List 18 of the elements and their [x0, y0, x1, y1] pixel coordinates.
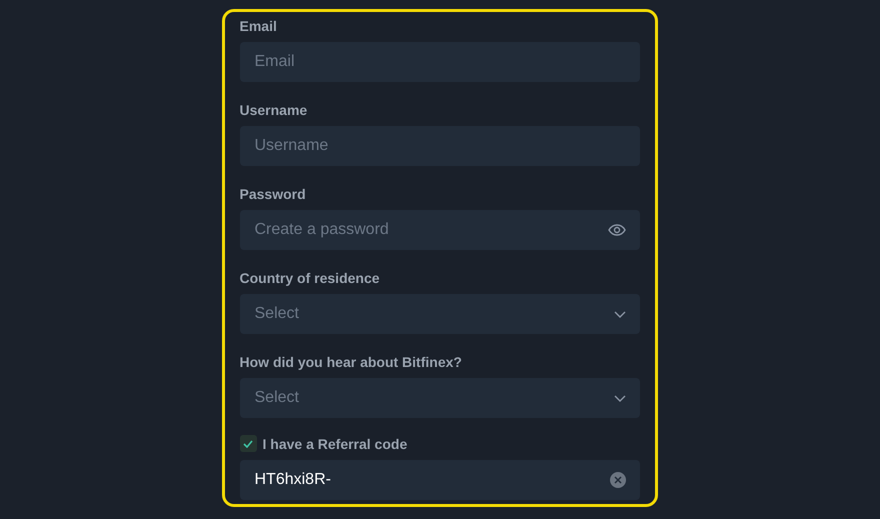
checkbox[interactable] — [240, 435, 256, 452]
field-label: Email — [240, 18, 278, 34]
clear-icon[interactable] — [610, 472, 626, 488]
text-input-field[interactable]: Email — [240, 42, 640, 82]
select-dropdown[interactable]: Select — [240, 294, 640, 334]
referral-code-field[interactable]: HT6hxi8R- — [240, 460, 640, 500]
chevron-down-icon — [614, 310, 626, 318]
field-label: Username — [240, 102, 308, 118]
select-dropdown[interactable]: Select — [240, 378, 640, 418]
chevron-down-icon — [614, 394, 626, 402]
field-label: Password — [240, 186, 307, 202]
checkbox-label: I have a Referral code — [262, 436, 408, 452]
field-label: Country of residence — [240, 270, 381, 286]
field-label: How did you hear about Bitfinex? — [240, 354, 463, 370]
check-icon — [243, 440, 253, 448]
eye-icon[interactable] — [608, 224, 626, 236]
password-input-field[interactable]: Create a password — [240, 210, 640, 250]
text-input-field[interactable]: Username — [240, 126, 640, 166]
